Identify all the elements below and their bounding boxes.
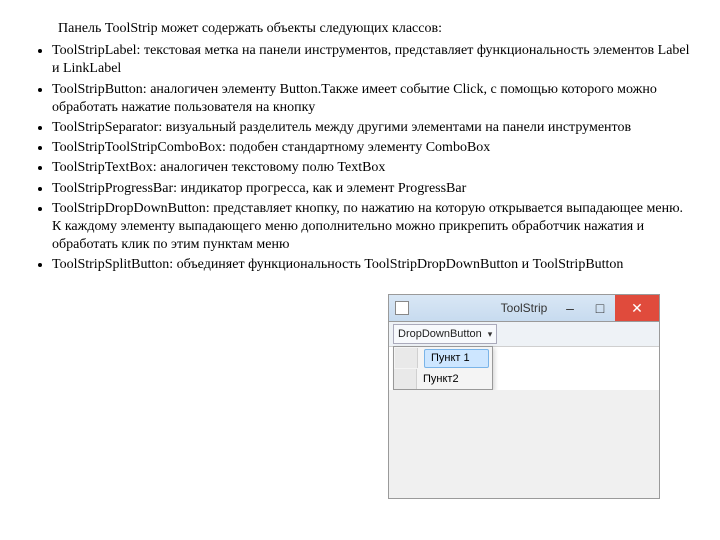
class-list: ToolStripLabel: текстовая метка на панел… (30, 42, 690, 274)
app-window: ToolStrip – □ ✕ DropDownButton ▾ Пункт 1… (388, 294, 660, 499)
list-item: ToolStripDropDownButton: представляет кн… (52, 200, 690, 255)
list-item: ToolStripTextBox: аналогичен текстовому … (52, 159, 690, 177)
menu-item-label: Пункт 1 (424, 349, 489, 367)
client-area (389, 390, 659, 498)
dropdown-label: DropDownButton (398, 327, 482, 341)
dropdown-menu: Пункт 1 Пункт2 (393, 346, 493, 390)
list-item: ToolStripProgressBar: индикатор прогресс… (52, 180, 690, 198)
titlebar[interactable]: ToolStrip – □ ✕ (389, 295, 659, 322)
menu-item-label: Пункт2 (423, 372, 459, 386)
menu-gutter (395, 348, 418, 368)
list-item: ToolStripButton: аналогичен элементу But… (52, 81, 690, 117)
dropdown-button[interactable]: DropDownButton ▾ (393, 324, 497, 344)
intro-text: Панель ToolStrip может содержать объекты… (58, 20, 690, 38)
menu-item-1[interactable]: Пункт 1 (395, 348, 491, 368)
list-item: ToolStripToolStripComboBox: подобен стан… (52, 139, 690, 157)
list-item: ToolStripSeparator: визуальный разделите… (52, 119, 690, 137)
list-item: ToolStripLabel: текстовая метка на панел… (52, 42, 690, 78)
menu-gutter (394, 369, 417, 389)
toolstrip: DropDownButton ▾ (389, 322, 659, 347)
menu-item-2[interactable]: Пункт2 (394, 369, 492, 389)
window-title: ToolStrip (389, 301, 659, 317)
chevron-down-icon: ▾ (488, 329, 493, 341)
list-item: ToolStripSplitButton: объединяет функцио… (52, 256, 690, 274)
